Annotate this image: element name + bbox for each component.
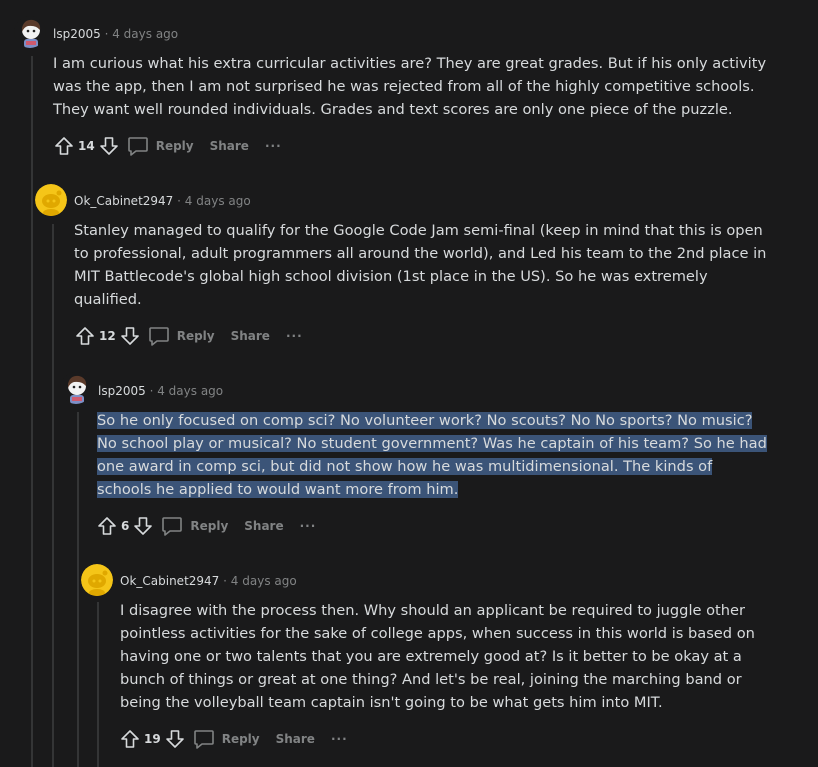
snoo-yellow-avatar[interactable] xyxy=(81,564,113,596)
upvote-icon[interactable] xyxy=(73,324,97,348)
upvote-icon[interactable] xyxy=(52,134,76,158)
comment-meta: Ok_Cabinet2947 · 4 days ago xyxy=(74,193,251,209)
username-link[interactable]: Ok_Cabinet2947 xyxy=(74,194,173,208)
separator: · xyxy=(104,27,109,41)
reply-label: Reply xyxy=(176,329,215,343)
separator: · xyxy=(149,384,154,398)
thread-line[interactable] xyxy=(31,56,33,767)
comment-bubble-icon xyxy=(148,327,169,346)
reply-button[interactable]: Reply xyxy=(193,729,260,749)
reply-label: Reply xyxy=(190,519,229,533)
comment-text: I am curious what his extra curricular a… xyxy=(53,55,767,118)
more-options-icon[interactable]: ··· xyxy=(331,732,348,746)
share-button[interactable]: Share xyxy=(244,519,283,533)
thread-line[interactable] xyxy=(77,412,79,767)
comment-actions: 19 Reply Share ··· xyxy=(118,727,348,751)
upvote-icon[interactable] xyxy=(95,514,119,538)
comment-text: I disagree with the process then. Why sh… xyxy=(120,602,755,711)
snoo-girl-avatar[interactable] xyxy=(14,16,46,48)
snoo-girl-avatar[interactable] xyxy=(60,372,92,404)
comment-bubble-icon xyxy=(162,517,183,536)
thread-line[interactable] xyxy=(52,224,54,767)
downvote-icon[interactable] xyxy=(163,727,187,751)
timestamp[interactable]: 4 days ago xyxy=(157,384,223,398)
vote-score: 14 xyxy=(78,139,95,153)
more-options-icon[interactable]: ··· xyxy=(286,329,303,343)
vote-score: 19 xyxy=(144,732,161,746)
comment-meta: lsp2005 · 4 days ago xyxy=(53,26,178,42)
comment-actions: 6 Reply Share ··· xyxy=(95,514,316,538)
timestamp[interactable]: 4 days ago xyxy=(185,194,251,208)
reply-button[interactable]: Reply xyxy=(148,326,215,346)
downvote-icon[interactable] xyxy=(118,324,142,348)
thread-line[interactable] xyxy=(97,602,99,767)
comment-body: So he only focused on comp sci? No volun… xyxy=(97,409,767,501)
more-options-icon[interactable]: ··· xyxy=(265,139,282,153)
reply-button[interactable]: Reply xyxy=(161,516,228,536)
more-options-icon[interactable]: ··· xyxy=(300,519,317,533)
comment-body: I disagree with the process then. Why sh… xyxy=(120,599,760,714)
reply-label: Reply xyxy=(155,139,194,153)
comment-actions: 14 Reply Share ··· xyxy=(52,134,282,158)
separator: · xyxy=(177,194,181,208)
comment-meta: Ok_Cabinet2947 · 4 days ago xyxy=(120,573,297,589)
comment-body: Stanley managed to qualify for the Googl… xyxy=(74,219,774,311)
username-link[interactable]: lsp2005 xyxy=(53,27,101,41)
selected-comment-text[interactable]: So he only focused on comp sci? No volun… xyxy=(97,412,767,498)
vote-score: 12 xyxy=(99,329,116,343)
comment-bubble-icon xyxy=(193,730,214,749)
reply-button[interactable]: Reply xyxy=(127,136,194,156)
separator: · xyxy=(223,574,227,588)
username-link[interactable]: Ok_Cabinet2947 xyxy=(120,574,219,588)
comment-body: I am curious what his extra curricular a… xyxy=(53,52,773,121)
timestamp[interactable]: 4 days ago xyxy=(231,574,297,588)
downvote-icon[interactable] xyxy=(97,134,121,158)
username-link[interactable]: lsp2005 xyxy=(98,384,146,398)
comment-text: Stanley managed to qualify for the Googl… xyxy=(74,222,767,308)
share-button[interactable]: Share xyxy=(231,329,270,343)
reply-label: Reply xyxy=(221,732,260,746)
snoo-yellow-avatar[interactable] xyxy=(35,184,67,216)
vote-score: 6 xyxy=(121,519,130,533)
upvote-icon[interactable] xyxy=(118,727,142,751)
timestamp[interactable]: 4 days ago xyxy=(112,27,178,41)
share-button[interactable]: Share xyxy=(276,732,315,746)
comment-bubble-icon xyxy=(127,137,148,156)
downvote-icon[interactable] xyxy=(131,514,155,538)
comment-meta: lsp2005 · 4 days ago xyxy=(98,383,223,399)
share-button[interactable]: Share xyxy=(210,139,249,153)
comment-actions: 12 Reply Share ··· xyxy=(73,324,303,348)
